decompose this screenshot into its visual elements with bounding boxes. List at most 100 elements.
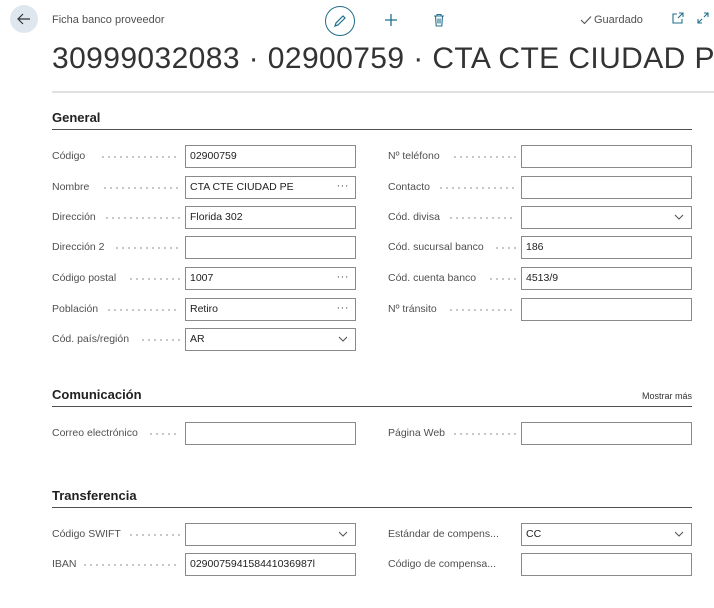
correo-input[interactable] — [185, 422, 356, 445]
direccion-2-input[interactable] — [185, 236, 356, 259]
page-title: 30999032083 · 02900759 · CTA CTE CIUDAD … — [52, 42, 714, 75]
poblacion-value: Retiro — [190, 303, 219, 315]
label-leader — [448, 309, 516, 311]
field-label: Código — [52, 150, 86, 162]
saved-label: Guardado — [594, 14, 643, 26]
swift-select[interactable] — [185, 523, 356, 546]
new-button[interactable] — [381, 10, 401, 30]
popout-button[interactable] — [671, 11, 687, 29]
contacto-input[interactable] — [521, 176, 692, 199]
chevron-down-icon — [338, 336, 348, 342]
field-label: Página Web — [388, 427, 446, 439]
section-divider — [52, 507, 692, 508]
edit-button[interactable] — [325, 6, 355, 36]
cod-pais-select[interactable]: AR — [185, 328, 356, 351]
field-label: Nombre — [52, 181, 90, 193]
chevron-down-icon — [338, 531, 348, 537]
page-caption: Ficha banco proveedor — [52, 14, 165, 26]
open-new-window-icon — [672, 12, 684, 24]
chevron-down-icon — [674, 531, 684, 537]
assist-edit-icon[interactable]: ··· — [337, 299, 350, 317]
action-bar: Ficha banco proveedor Guardado — [0, 0, 714, 42]
section-title-general[interactable]: General — [52, 110, 100, 125]
field-label: Dirección 2 — [52, 241, 105, 253]
nombre-value: CTA CTE CIUDAD PE — [190, 181, 294, 193]
codigo-postal-input[interactable]: 1007 ··· — [185, 267, 356, 290]
estandar-compensacion-select[interactable]: CC — [521, 523, 692, 546]
delete-button[interactable] — [430, 10, 448, 30]
cod-pais-value: AR — [190, 333, 205, 345]
codigo-postal-value: 1007 — [190, 272, 214, 284]
field-nombre: Nombre CTA CTE CIUDAD PE ··· — [52, 176, 356, 199]
field-label: Nº tránsito — [388, 303, 437, 315]
field-swift: Código SWIFT — [52, 523, 356, 546]
assist-edit-icon[interactable]: ··· — [337, 268, 350, 286]
label-leader — [100, 156, 180, 158]
expand-icon — [697, 12, 709, 24]
field-sucursal-banco: Cód. sucursal banco 186 — [388, 236, 692, 259]
field-codigo-postal: Código postal 1007 ··· — [52, 267, 356, 290]
label-leader — [102, 187, 180, 189]
field-label: Nº teléfono — [388, 150, 440, 162]
field-transito: Nº tránsito — [388, 298, 692, 321]
codigo-compensacion-input[interactable] — [521, 553, 692, 576]
field-cod-pais: Cód. país/región AR — [52, 328, 356, 351]
label-leader — [128, 278, 180, 280]
sucursal-banco-input[interactable]: 186 — [521, 236, 692, 259]
field-codigo-compensacion: Código de compensa... — [388, 553, 692, 576]
iban-input[interactable]: 029007594158441036987l — [185, 553, 356, 576]
field-contacto: Contacto — [388, 176, 692, 199]
show-more-link[interactable]: Mostrar más — [642, 391, 692, 401]
field-estandar-compensacion: Estándar de compens... CC — [388, 523, 692, 546]
section-divider — [52, 406, 692, 407]
label-leader — [148, 433, 180, 435]
field-telefono: Nº teléfono — [388, 145, 692, 168]
field-label: Código SWIFT — [52, 528, 121, 540]
label-leader — [488, 278, 516, 280]
direccion-input[interactable]: Florida 302 — [185, 206, 356, 229]
label-leader — [82, 564, 180, 566]
back-button[interactable] — [10, 5, 38, 33]
field-label: Cód. divisa — [388, 211, 440, 223]
label-leader — [448, 217, 516, 219]
field-iban: IBAN 029007594158441036987l — [52, 553, 356, 576]
label-leader — [106, 309, 180, 311]
field-label: Correo electrónico — [52, 427, 138, 439]
field-label: Dirección — [52, 211, 96, 223]
field-label: Población — [52, 303, 99, 315]
field-codigo: Código 02900759 — [52, 145, 356, 168]
field-label: Código postal — [52, 272, 117, 284]
field-label: Cód. cuenta banco — [388, 272, 477, 284]
nombre-input[interactable]: CTA CTE CIUDAD PE ··· — [185, 176, 356, 199]
label-leader — [438, 187, 516, 189]
field-direccion-2: Dirección 2 — [52, 236, 356, 259]
codigo-input[interactable]: 02900759 — [185, 145, 356, 168]
field-cod-divisa: Cód. divisa — [388, 206, 692, 229]
cod-divisa-select[interactable] — [521, 206, 692, 229]
section-title-comunicacion[interactable]: Comunicación — [52, 387, 142, 402]
field-label: IBAN — [52, 558, 77, 570]
field-cuenta-banco: Cód. cuenta banco 4513/9 — [388, 267, 692, 290]
estandar-compensacion-value: CC — [526, 528, 542, 540]
assist-edit-icon[interactable]: ··· — [337, 177, 350, 195]
trash-icon — [434, 13, 444, 27]
section-title-transferencia[interactable]: Transferencia — [52, 488, 137, 503]
label-leader — [128, 534, 180, 536]
label-leader — [494, 247, 516, 249]
title-divider — [52, 91, 714, 93]
pagina-web-input[interactable] — [521, 422, 692, 445]
cuenta-banco-input[interactable]: 4513/9 — [521, 267, 692, 290]
label-leader — [104, 217, 180, 219]
telefono-input[interactable] — [521, 145, 692, 168]
pencil-icon — [334, 15, 346, 27]
field-pagina-web: Página Web — [388, 422, 692, 445]
transito-input[interactable] — [521, 298, 692, 321]
expand-button[interactable] — [696, 11, 712, 29]
field-label: Código de compensa... — [388, 558, 496, 570]
poblacion-input[interactable]: Retiro ··· — [185, 298, 356, 321]
field-label: Cód. país/región — [52, 333, 130, 345]
field-poblacion: Población Retiro ··· — [52, 298, 356, 321]
label-leader — [452, 433, 516, 435]
field-direccion: Dirección Florida 302 — [52, 206, 356, 229]
section-divider — [52, 129, 692, 130]
